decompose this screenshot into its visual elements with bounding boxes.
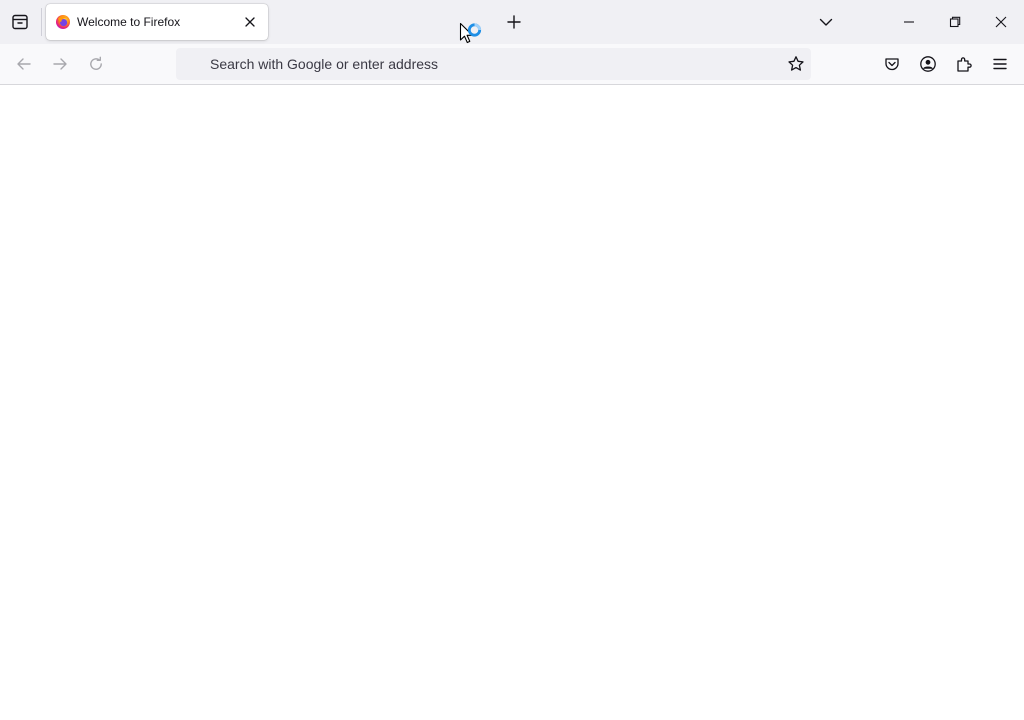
address-bar[interactable] <box>176 48 811 80</box>
address-input[interactable] <box>210 48 770 80</box>
firefox-logo-icon <box>56 15 70 29</box>
back-button[interactable] <box>8 48 40 80</box>
restore-button[interactable] <box>932 0 978 44</box>
pocket-button[interactable] <box>876 48 908 80</box>
close-icon <box>245 17 255 27</box>
plus-icon <box>507 15 521 29</box>
tab-strip: Welcome to Firefox <box>0 0 1024 44</box>
firefox-view-button[interactable] <box>4 6 36 38</box>
account-icon <box>920 56 936 72</box>
navigation-toolbar <box>0 44 1024 85</box>
app-menu-button[interactable] <box>984 48 1016 80</box>
minimize-icon <box>904 21 914 23</box>
hamburger-menu-icon <box>993 58 1007 70</box>
close-icon <box>995 16 1007 28</box>
minimize-button[interactable] <box>886 0 932 44</box>
reload-button[interactable] <box>80 48 112 80</box>
page-content[interactable] <box>0 85 1024 720</box>
reload-icon <box>90 56 102 70</box>
back-arrow-icon <box>17 58 31 70</box>
puzzle-icon <box>957 57 972 72</box>
star-icon <box>788 56 804 71</box>
extensions-button[interactable] <box>948 48 980 80</box>
list-all-tabs-button[interactable] <box>810 6 842 38</box>
tab-welcome[interactable]: Welcome to Firefox <box>46 4 268 40</box>
new-tab-button[interactable] <box>498 6 530 38</box>
bookmark-button[interactable] <box>780 48 812 80</box>
restore-icon <box>949 16 961 28</box>
forward-button[interactable] <box>44 48 76 80</box>
pocket-icon <box>885 58 899 71</box>
tab-close-button[interactable] <box>238 10 262 34</box>
firefox-view-icon <box>12 14 28 30</box>
tab-title: Welcome to Firefox <box>77 15 181 29</box>
tab-separator <box>41 8 42 36</box>
forward-arrow-icon <box>53 58 67 70</box>
account-button[interactable] <box>912 48 944 80</box>
window-close-button[interactable] <box>978 0 1024 44</box>
chevron-down-icon <box>819 18 833 26</box>
